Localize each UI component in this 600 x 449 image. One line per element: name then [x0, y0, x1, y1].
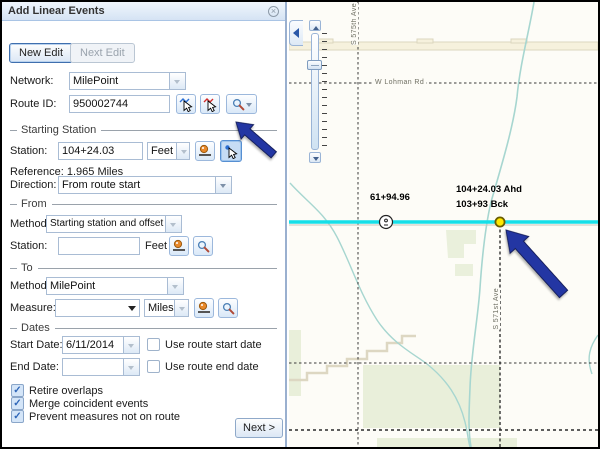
zoom-out-button[interactable] [309, 152, 321, 163]
station-hatch-button[interactable] [195, 141, 215, 161]
highway-road [289, 42, 598, 50]
station-measure-label: 61+94.96 [370, 192, 410, 203]
to-method-select[interactable]: MilePoint [46, 277, 168, 295]
to-method-label: Method: [10, 277, 50, 295]
field-polygon [455, 264, 473, 276]
zoom-slider-ticks [322, 33, 327, 151]
to-method-caret-icon[interactable] [168, 277, 184, 295]
search-icon [197, 240, 210, 253]
from-method-select[interactable]: Starting station and offset [46, 215, 166, 233]
panel-title: Add Linear Events [8, 5, 105, 17]
dates-section: Dates [10, 322, 277, 334]
to-section: To [10, 262, 277, 274]
station-gauge-icon [172, 239, 186, 253]
end-date-label: End Date: [10, 358, 59, 376]
zoom-slider [307, 20, 333, 166]
station-units-caret-icon[interactable] [176, 142, 190, 160]
station-select-icon [224, 144, 239, 159]
add-linear-events-panel: Add Linear Events × New Edit Next Edit N… [2, 2, 287, 447]
use-route-end-date-label: Use route end date [165, 358, 259, 376]
prevent-measures-checkbox[interactable]: ✓ [11, 410, 24, 423]
route-deselect-icon [203, 97, 218, 112]
search-icon [232, 98, 245, 111]
direction-label: Direction: [10, 176, 56, 194]
zoom-in-button[interactable] [309, 20, 321, 31]
road-label-w-lohman: W Lohman Rd [373, 79, 426, 86]
station-gauge-icon [198, 144, 212, 158]
from-station-search-button[interactable] [193, 236, 213, 256]
clear-route-selection-button[interactable] [200, 94, 220, 114]
panel-collapse-tab[interactable] [289, 20, 303, 46]
next-edit-button[interactable]: Next Edit [70, 43, 135, 63]
route-id-label: Route ID: [10, 95, 56, 113]
end-date-caret-icon[interactable] [124, 358, 140, 376]
measure-units-select[interactable]: Miles [144, 299, 175, 317]
route-id-input[interactable]: 950002744 [69, 95, 170, 113]
next-button[interactable]: Next > [235, 418, 283, 438]
river [589, 335, 598, 374]
zoom-slider-track[interactable] [311, 33, 319, 150]
retire-overlaps-checkbox[interactable]: ✓ [11, 384, 24, 397]
route-search-menu-button[interactable] [226, 94, 257, 114]
close-icon[interactable]: × [268, 6, 279, 17]
start-date-caret-icon[interactable] [124, 336, 140, 354]
select-station-on-map-button[interactable] [220, 140, 242, 162]
station-units-select[interactable]: Feet [147, 142, 176, 160]
map-graphics [289, 2, 598, 447]
highway-notch [511, 39, 527, 43]
prevent-measures-label: Prevent measures not on route [29, 408, 180, 426]
from-method-caret-icon[interactable] [166, 215, 182, 233]
field-polygon [446, 230, 476, 258]
measure-units-caret-icon[interactable] [175, 299, 189, 317]
network-caret-icon[interactable] [170, 72, 186, 90]
zoom-slider-handle[interactable] [307, 60, 322, 70]
chevron-down-icon [246, 103, 252, 110]
measure-caret-icon[interactable] [128, 306, 136, 315]
search-icon [222, 302, 235, 315]
station-label: Station: [10, 142, 47, 160]
from-units-label: Feet [145, 237, 167, 255]
road-label-s-571st: S 571st Ave [493, 288, 500, 330]
app-window: Add Linear Events × New Edit Next Edit N… [0, 0, 600, 449]
map-canvas[interactable]: 61+94.96 104+24.03 Ahd 103+93 Bck W Lohm… [289, 2, 598, 447]
from-station-hatch-button[interactable] [169, 236, 189, 256]
new-edit-button[interactable]: New Edit [9, 43, 73, 63]
road-label-s-575th: S 575th Ave [351, 3, 358, 45]
direction-caret-icon[interactable] [216, 176, 232, 194]
field-polygon [363, 365, 500, 428]
use-route-start-date-checkbox[interactable]: ✓ [147, 338, 160, 351]
network-label: Network: [10, 72, 53, 90]
start-date-label: Start Date: [10, 336, 63, 354]
from-station-label: Station: [10, 237, 47, 255]
measure-hatch-button[interactable] [194, 298, 214, 318]
measure-search-button[interactable] [218, 298, 238, 318]
selected-station-point[interactable] [495, 217, 504, 226]
start-date-input[interactable]: 6/11/2014 [62, 336, 124, 354]
from-section: From [10, 198, 277, 210]
measure-label: Measure: [10, 299, 56, 317]
highway-notch [417, 39, 433, 43]
use-route-start-date-label: Use route start date [165, 336, 262, 354]
direction-select[interactable]: From route start [58, 176, 216, 194]
station-gauge-icon [197, 301, 211, 315]
end-date-input[interactable] [62, 358, 124, 376]
from-station-input[interactable] [58, 237, 140, 255]
merge-coincident-events-checkbox[interactable]: ✓ [11, 397, 24, 410]
station-back-label: 103+93 Bck [456, 199, 508, 210]
starting-station-section: Starting Station [10, 124, 277, 136]
station-ahead-label: 104+24.03 Ahd [456, 184, 522, 195]
station-input[interactable]: 104+24.03 [58, 142, 143, 160]
select-route-on-map-button[interactable] [176, 94, 196, 114]
field-polygon [377, 438, 517, 447]
use-route-end-date-checkbox[interactable]: ✓ [147, 360, 160, 373]
panel-header: Add Linear Events × [2, 2, 285, 21]
from-method-label: Method: [10, 215, 50, 233]
route-select-icon [179, 97, 194, 112]
network-select[interactable]: MilePoint [69, 72, 170, 90]
